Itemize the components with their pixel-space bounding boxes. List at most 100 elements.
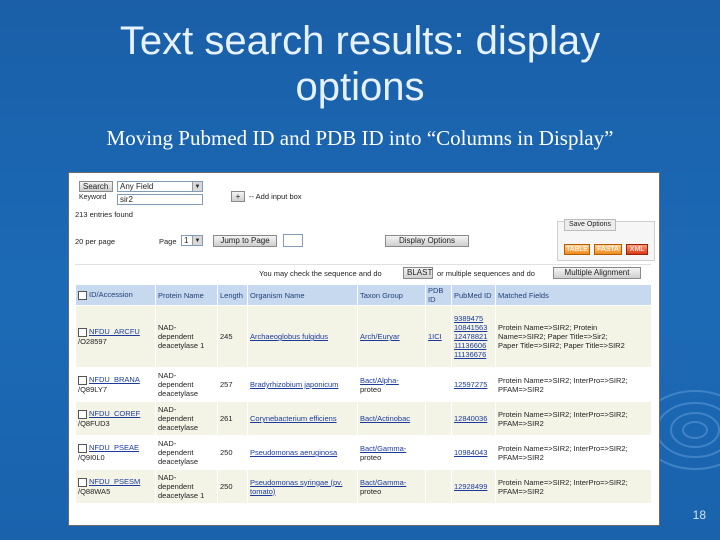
cell-protein-name: NAD-dependent deacetylase [155, 401, 218, 436]
accession-link[interactable]: NFDU_COREF [89, 409, 140, 418]
cell-taxon: Arch/Euryar [357, 305, 426, 368]
select-all-checkbox[interactable] [78, 290, 87, 300]
row-checkbox[interactable] [78, 409, 87, 419]
taxon-link[interactable]: Bact/Gamma- [360, 444, 423, 453]
taxon-link[interactable]: Bact/Actinobac [360, 414, 423, 423]
column-header-matched-fields[interactable]: Matched Fields [495, 284, 652, 306]
organism-link[interactable]: Corynebacterium efficiens [250, 414, 337, 423]
cell-length: 250 [217, 469, 248, 504]
cell-pubmed-id: 10984043 [451, 435, 496, 470]
keyword-input[interactable]: sir2 [117, 194, 203, 205]
slide-title-line1: Text search results: display [119, 19, 601, 63]
pubmed-link[interactable]: 12840036 [454, 414, 493, 423]
matched-field-line: Name=>SIR2; Paper Title=>Sir2; [498, 332, 608, 341]
protein-name-line: deacetylase [158, 423, 199, 432]
organism-link[interactable]: Pseudomonas syringae (pv. tomato) [250, 478, 342, 496]
cell-matched-fields: Protein Name=>SIR2; InterPro=>SIR2; PFAM=… [495, 367, 652, 402]
cell-matched-fields: Protein Name=>SIR2; InterPro=>SIR2; PFAM=… [495, 469, 652, 504]
jump-page-input[interactable] [283, 234, 303, 247]
pubmed-link[interactable]: 12928499 [454, 482, 493, 491]
protein-name-line: dependent [158, 332, 194, 341]
column-header-taxon-group[interactable]: Taxon Group [357, 284, 426, 306]
organism-link[interactable]: Pseudomonas aeruginosa [250, 448, 337, 457]
matched-field-line: PFAM=>SIR2 [498, 384, 544, 394]
protein-name-line: deacetylase [158, 389, 199, 398]
blast-text-before: You may check the sequence and do [259, 269, 382, 278]
add-input-button[interactable]: + [231, 191, 245, 202]
organism-link[interactable]: Archaeoglobus fulgidus [250, 332, 328, 341]
table-row: NFDU_PSESM/Q88WA5 NAD-dependent deacetylas… [75, 469, 652, 504]
column-header-id[interactable]: ID/Accession [75, 284, 156, 306]
save-fasta-button[interactable]: FASTA [594, 244, 622, 255]
taxon-link[interactable]: Bact/Alpha- [360, 376, 423, 385]
matched-field-line: Paper Title=>SIR2; Paper Title=>SIR2 [498, 341, 625, 350]
display-options-button[interactable]: Display Options [385, 235, 469, 247]
organism-link[interactable]: Bradyrhizobium japonicum [250, 380, 338, 389]
pdb-link[interactable]: 1ICI [428, 332, 442, 341]
cell-length: 257 [217, 367, 248, 402]
jump-to-page-button[interactable]: Jump to Page [213, 235, 277, 247]
multiple-alignment-button[interactable]: Multiple Alignment [553, 267, 641, 279]
row-checkbox[interactable] [78, 375, 87, 385]
accession-link[interactable]: NFDU_ARCFU [89, 327, 140, 336]
cell-organism: Pseudomonas aeruginosa [247, 435, 358, 470]
pubmed-link[interactable]: 10841563 [454, 323, 493, 332]
pubmed-link[interactable]: 11136606 [454, 341, 493, 350]
accession-link[interactable]: NFDU_BRANA [89, 375, 140, 384]
slide-title: Text search results: display options [0, 18, 720, 110]
blast-text-after: or multiple sequences and do [437, 269, 535, 278]
column-header-protein-name[interactable]: Protein Name [155, 284, 218, 306]
protein-name-line: deacetylase [158, 457, 199, 466]
taxon-link[interactable]: Bact/Gamma- [360, 478, 423, 487]
row-checkbox[interactable] [78, 443, 87, 453]
row-checkbox[interactable] [78, 327, 87, 337]
keyword-label: Keyword [79, 194, 107, 201]
per-page-label: 20 per page [75, 237, 116, 246]
field-select[interactable]: Any Field ▼ [117, 181, 203, 192]
column-header-organism-name[interactable]: Organism Name [247, 284, 358, 306]
pubmed-link[interactable]: 12597275 [454, 380, 493, 389]
pubmed-link[interactable]: 12478821 [454, 332, 493, 341]
slide-title-line2: options [295, 65, 425, 109]
field-select-value: Any Field [120, 182, 154, 191]
cell-id: NFDU_PSEAE/Q9I0L0 [75, 435, 156, 470]
pubmed-link[interactable]: 11136676 [454, 350, 493, 359]
matched-field-line: Protein Name=>SIR2; InterPro=>SIR2; [498, 375, 628, 385]
row-checkbox[interactable] [78, 477, 87, 487]
accession-code: /Q8FUD3 [78, 418, 110, 428]
cell-organism: Corynebacterium efficiens [247, 401, 358, 436]
pubmed-link[interactable]: 9389475 [454, 314, 493, 323]
blast-button[interactable]: BLAST [403, 267, 433, 279]
cell-protein-name: NAD-dependent deacetylase [155, 367, 218, 402]
taxon-link[interactable]: Arch/Euryar [360, 332, 423, 341]
accession-code: /O28597 [78, 336, 107, 346]
protein-name-line: dependent [158, 482, 194, 491]
protein-name-line: dependent [158, 414, 194, 423]
protein-name-line: deacetylase 1 [158, 341, 205, 350]
cell-pdb-id [425, 401, 452, 436]
accession-link[interactable]: NFDU_PSEAE [89, 443, 139, 452]
accession-link[interactable]: NFDU_PSESM [89, 477, 140, 486]
taxon-line2: proteo [360, 486, 382, 496]
page-select[interactable]: 1 ▼ [181, 235, 203, 246]
chevron-down-icon: ▼ [192, 236, 202, 245]
pubmed-link[interactable]: 10984043 [454, 448, 493, 457]
taxon-line2: proteo [360, 384, 382, 394]
column-header-pdb-id[interactable]: PDB ID [425, 284, 452, 306]
protein-name-line: NAD- [158, 371, 177, 380]
cell-organism: Archaeoglobus fulgidus [247, 305, 358, 368]
protein-name-line: NAD- [158, 473, 177, 482]
matched-field-line: PFAM=>SIR2 [498, 452, 544, 462]
accession-code: /Q9I0L0 [78, 452, 105, 462]
search-button[interactable]: Search [79, 181, 113, 192]
search-results-screenshot: Search Any Field ▼ Keyword sir2 + -- Add… [68, 172, 660, 526]
results-table: ID/Accession Protein Name Length Organis… [75, 284, 652, 504]
column-header-length[interactable]: Length [217, 284, 248, 306]
cell-taxon: Bact/Gamma-proteo [357, 469, 426, 504]
save-xml-button[interactable]: XML [626, 244, 648, 255]
cell-matched-fields: Protein Name=>SIR2; Protein Name=>SIR2; P… [495, 305, 652, 368]
column-header-pubmed-id[interactable]: PubMed ID [451, 284, 496, 306]
cell-length: 250 [217, 435, 248, 470]
save-table-button[interactable]: TABLE [564, 244, 590, 255]
save-options-tab[interactable]: Save Options [564, 219, 617, 231]
